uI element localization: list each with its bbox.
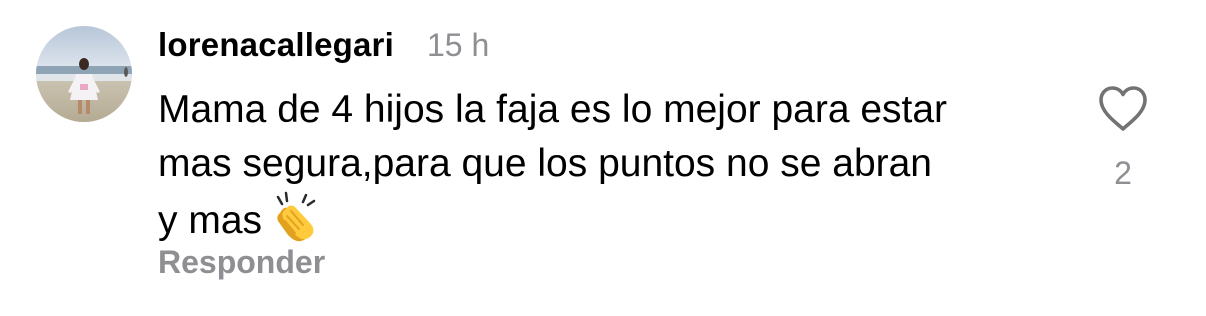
comment-body: Mama de 4 hijos la faja es lo mejor para… bbox=[158, 83, 1058, 258]
avatar-photo bbox=[36, 26, 132, 122]
comment-timestamp: 15 h bbox=[427, 27, 490, 63]
reply-button[interactable]: Responder bbox=[158, 244, 325, 281]
like-button[interactable] bbox=[1096, 84, 1150, 134]
like-count: 2 bbox=[1114, 155, 1132, 191]
comment-username[interactable]: lorenacallegari bbox=[158, 26, 394, 64]
comment-text-line: mas segura,para que los puntos no se abr… bbox=[158, 142, 933, 185]
heart-outline-icon bbox=[1099, 86, 1147, 131]
avatar[interactable] bbox=[36, 26, 132, 122]
comment-text-line: Mama de 4 hijos la faja es lo mejor para… bbox=[158, 88, 948, 131]
comment-item: lorenacallegari 15 h Mama de 4 hijos la … bbox=[0, 0, 1206, 316]
comment-text-fragment: y mas bbox=[158, 199, 263, 242]
